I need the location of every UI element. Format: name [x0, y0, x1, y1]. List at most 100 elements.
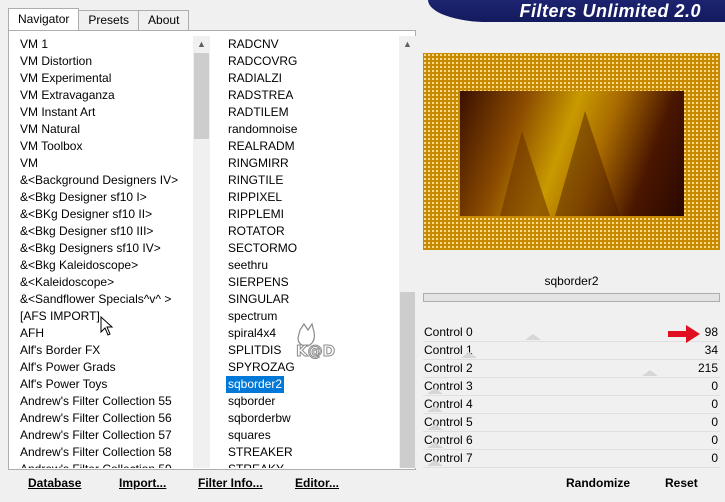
category-item[interactable]: VM: [14, 155, 210, 172]
control-row[interactable]: Control 40: [423, 396, 720, 414]
tab-about[interactable]: About: [138, 10, 190, 30]
database-button[interactable]: Database: [28, 476, 81, 490]
filter-item-selected[interactable]: sqborder2: [226, 376, 285, 393]
filter-item[interactable]: RIPPLEMI: [222, 206, 416, 223]
category-item[interactable]: &<Bkg Designer sf10 I>: [14, 189, 210, 206]
filter-item[interactable]: RADSTREA: [222, 87, 416, 104]
category-item[interactable]: &<Bkg Kaleidoscope>: [14, 257, 210, 274]
filter-item[interactable]: RADTILEM: [222, 104, 416, 121]
slider-thumb[interactable]: [427, 424, 443, 430]
category-item[interactable]: Alf's Border FX: [14, 342, 210, 359]
category-item[interactable]: Andrew's Filter Collection 55: [14, 393, 210, 410]
category-item[interactable]: &<Kaleidoscope>: [14, 274, 210, 291]
category-item[interactable]: Andrew's Filter Collection 56: [14, 410, 210, 427]
category-item[interactable]: &<Bkg Designers sf10 IV>: [14, 240, 210, 257]
control-row[interactable]: Control 60: [423, 432, 720, 450]
category-scrollbar[interactable]: ▲: [193, 36, 210, 468]
filter-progress-bar: [423, 293, 720, 302]
app-banner: Filters Unlimited 2.0: [428, 0, 725, 22]
category-item[interactable]: &<BKg Designer sf10 II>: [14, 206, 210, 223]
filter-item[interactable]: SIERPENS: [222, 274, 416, 291]
filter-item[interactable]: RADCNV: [222, 36, 416, 53]
watermark-logo: K@D: [296, 322, 336, 361]
category-item[interactable]: &<Sandflower Specials^v^ >: [14, 291, 210, 308]
filter-item[interactable]: SECTORMO: [222, 240, 416, 257]
filter-item[interactable]: REALRADM: [222, 138, 416, 155]
tab-strip: Navigator Presets About: [8, 8, 190, 31]
category-item[interactable]: VM Experimental: [14, 70, 210, 87]
category-item[interactable]: Alf's Power Grads: [14, 359, 210, 376]
category-item[interactable]: Andrew's Filter Collection 59: [14, 461, 210, 468]
control-value: 0: [711, 379, 718, 393]
filter-list[interactable]: RADCNV RADCOVRG RADIALZI RADSTREA RADTILEM ra…: [222, 36, 416, 468]
category-item[interactable]: VM Instant Art: [14, 104, 210, 121]
slider-thumb[interactable]: [427, 406, 443, 412]
filter-item[interactable]: seethru: [222, 257, 416, 274]
filter-item[interactable]: RADCOVRG: [222, 53, 416, 70]
chevron-up-icon[interactable]: ▲: [193, 36, 210, 53]
preview-center: [460, 91, 684, 216]
scroll-thumb[interactable]: [194, 53, 209, 139]
category-item[interactable]: VM Natural: [14, 121, 210, 138]
control-value: 0: [711, 433, 718, 447]
control-row[interactable]: Control 1 34: [423, 342, 720, 360]
filter-item[interactable]: RINGTILE: [222, 172, 416, 189]
slider-thumb[interactable]: [460, 352, 477, 358]
filter-item[interactable]: STREAKY: [222, 461, 416, 468]
tab-navigator[interactable]: Navigator: [8, 8, 80, 31]
watermark-text: K@D: [296, 342, 335, 360]
category-item[interactable]: &<Background Designers IV>: [14, 172, 210, 189]
control-value: 34: [704, 343, 718, 357]
filter-info-button[interactable]: Filter Info...: [198, 476, 263, 490]
control-row[interactable]: Control 70: [423, 450, 720, 468]
filter-item[interactable]: RINGMIRR: [222, 155, 416, 172]
chevron-up-icon[interactable]: ▲: [399, 36, 416, 53]
filter-item[interactable]: squares: [222, 427, 416, 444]
slider-thumb[interactable]: [427, 388, 443, 394]
slider-thumb[interactable]: [427, 460, 443, 466]
preview-image: [423, 53, 720, 250]
red-arrow-icon: [668, 325, 700, 343]
category-list[interactable]: VM 1 VM Distortion VM Experimental VM Extra…: [14, 36, 210, 468]
slider-thumb[interactable]: [641, 370, 658, 376]
category-item[interactable]: VM 1: [14, 36, 210, 53]
filter-item[interactable]: SINGULAR: [222, 291, 416, 308]
import-button[interactable]: Import...: [119, 476, 166, 490]
filter-item[interactable]: sqborder: [222, 393, 416, 410]
category-item[interactable]: VM Distortion: [14, 53, 210, 70]
reset-button[interactable]: Reset: [665, 476, 698, 490]
filter-scrollbar[interactable]: ▲: [399, 36, 416, 468]
randomize-button[interactable]: Randomize: [566, 476, 630, 490]
filter-name-label: sqborder2: [544, 274, 599, 288]
filter-item[interactable]: RADIALZI: [222, 70, 416, 87]
category-item[interactable]: VM Toolbox: [14, 138, 210, 155]
control-value: 0: [711, 415, 718, 429]
category-item[interactable]: &<Bkg Designer sf10 III>: [14, 223, 210, 240]
scroll-thumb[interactable]: [400, 292, 415, 468]
control-row[interactable]: Control 30: [423, 378, 720, 396]
category-item[interactable]: Alf's Power Toys: [14, 376, 210, 393]
control-label: Control 0: [424, 325, 473, 339]
filter-item[interactable]: randomnoise: [222, 121, 416, 138]
filter-item[interactable]: sqborderbw: [222, 410, 416, 427]
controls-panel: Control 0 98 Control 1 34 Control 2 215 Contro…: [423, 324, 720, 468]
mouse-pointer-icon: [100, 316, 114, 336]
filter-item[interactable]: STREAKER: [222, 444, 416, 461]
category-item[interactable]: Andrew's Filter Collection 58: [14, 444, 210, 461]
app-title: Filters Unlimited 2.0: [519, 1, 701, 21]
control-value: 215: [697, 361, 718, 375]
control-row[interactable]: Control 2 215: [423, 360, 720, 378]
category-item[interactable]: Andrew's Filter Collection 57: [14, 427, 210, 444]
slider-thumb[interactable]: [427, 442, 443, 448]
control-label: Control 2: [424, 361, 473, 375]
control-value: 0: [711, 451, 718, 465]
category-item[interactable]: VM Extravaganza: [14, 87, 210, 104]
control-row[interactable]: Control 50: [423, 414, 720, 432]
tab-presets[interactable]: Presets: [78, 10, 140, 30]
filter-item[interactable]: RIPPIXEL: [222, 189, 416, 206]
filter-item[interactable]: ROTATOR: [222, 223, 416, 240]
control-value: 98: [704, 325, 718, 339]
editor-button[interactable]: Editor...: [295, 476, 339, 490]
filter-item[interactable]: sqborder2: [222, 376, 416, 393]
slider-thumb[interactable]: [524, 334, 541, 340]
